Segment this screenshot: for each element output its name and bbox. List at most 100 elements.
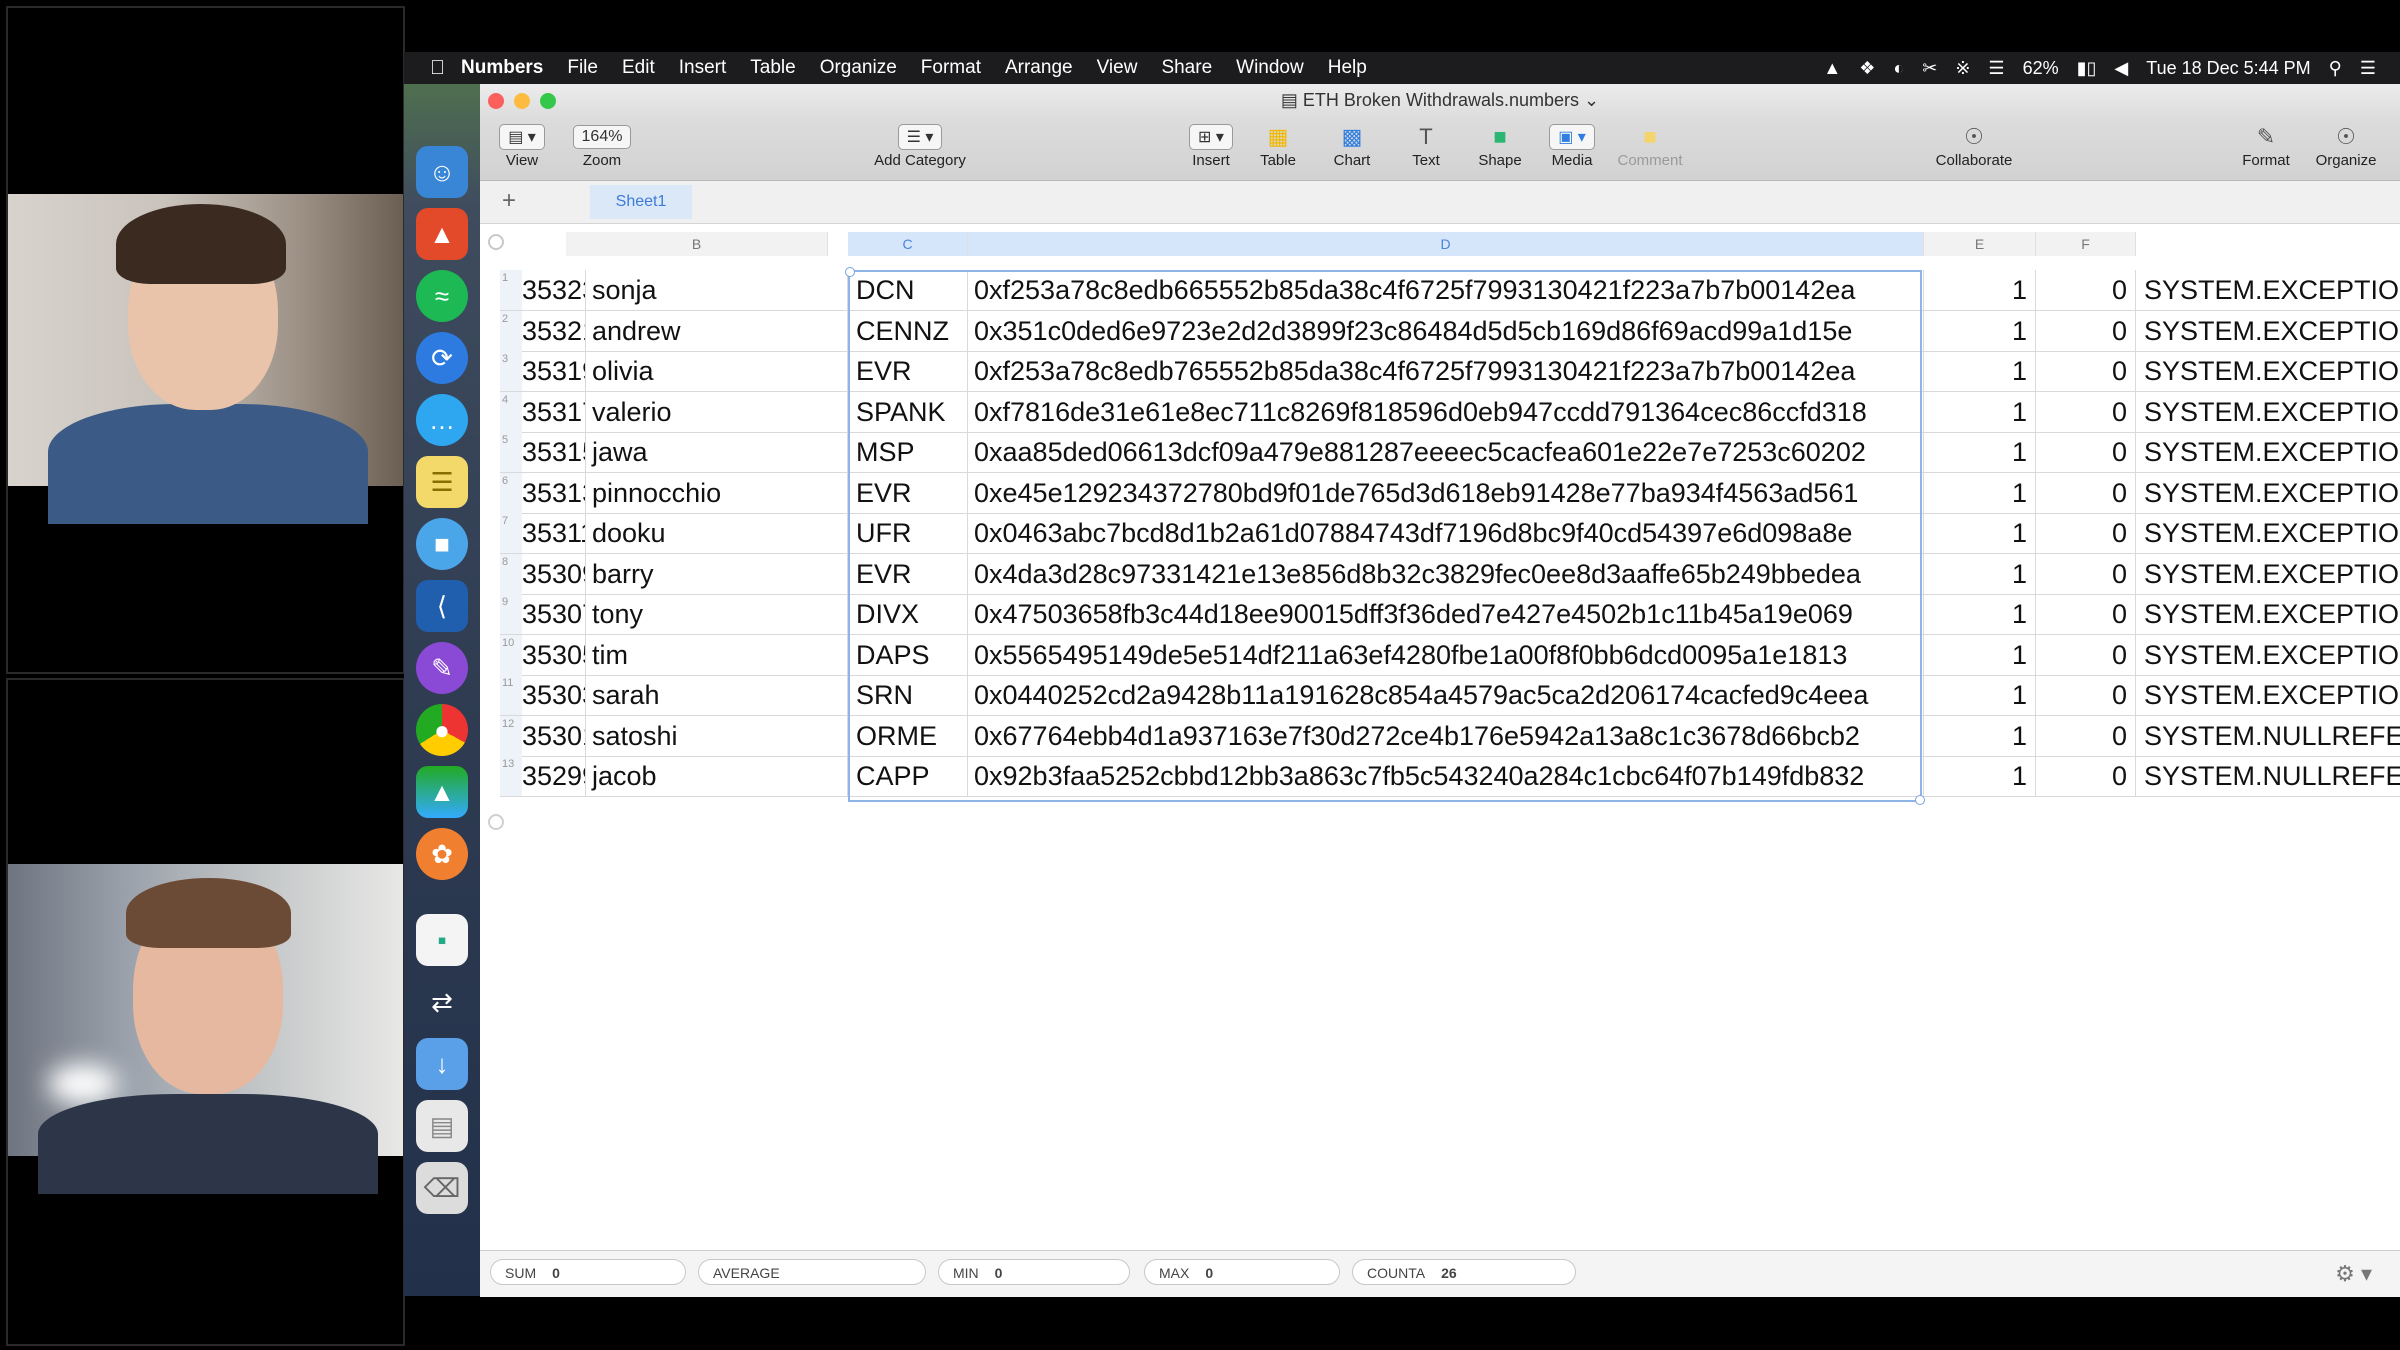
cell-error[interactable]: SYSTEM.NULLREFER xyxy=(2136,756,2400,796)
row-number[interactable]: 11 xyxy=(500,675,522,715)
cell-token[interactable]: ORME xyxy=(848,715,968,756)
row-number[interactable]: 10 xyxy=(500,634,522,675)
numbers-app-icon[interactable]: ▲ xyxy=(416,766,468,818)
cell-token[interactable]: EVR xyxy=(848,553,968,594)
cell-id[interactable]: 35313 xyxy=(522,472,586,513)
cell-flag[interactable]: 0 xyxy=(2036,634,2136,675)
row-number[interactable]: 6 xyxy=(500,472,522,513)
cell-id[interactable]: 35301 xyxy=(522,715,586,756)
comment-button[interactable]: ■ Comment xyxy=(1612,122,1688,169)
cell-tx-hash[interactable]: 0x5565495149de5e514df211a63ef4280fbe1a00… xyxy=(968,634,1924,675)
cell-count[interactable]: 1 xyxy=(1924,553,2036,594)
cell-count[interactable]: 1 xyxy=(1924,675,2036,715)
trash-icon[interactable]: ⌫ xyxy=(416,1162,468,1214)
cell-tx-hash[interactable]: 0xe45e129234372780bd9f01de765d3d618eb914… xyxy=(968,472,1924,513)
insert-button[interactable]: ⊞ ▾ Insert xyxy=(1180,122,1242,169)
table-button[interactable]: ▦ Table xyxy=(1250,122,1306,169)
cell-token[interactable]: CAPP xyxy=(848,756,968,796)
table-select-handle[interactable] xyxy=(488,234,504,250)
cell-error[interactable]: SYSTEM.EXCEPTION xyxy=(2136,351,2400,391)
battery-percent[interactable]: 62% xyxy=(2023,58,2059,79)
cell-flag[interactable]: 0 xyxy=(2036,715,2136,756)
zoom-value[interactable]: 164% xyxy=(572,125,632,149)
cell-error[interactable]: SYSTEM.NULLREFER xyxy=(2136,716,2400,756)
row-number[interactable]: 13 xyxy=(500,756,522,796)
menu-extra-icon[interactable]: ▲ xyxy=(1823,58,1841,79)
cell-token[interactable]: CENNZ xyxy=(848,310,968,351)
cell-name[interactable]: jacob xyxy=(586,756,848,796)
row-number[interactable]: 8 xyxy=(500,553,522,594)
cell-tx-hash[interactable]: 0x4da3d28c97331421e13e856d8b32c3829fec0e… xyxy=(968,553,1924,594)
menu-organize[interactable]: Organize xyxy=(820,57,897,79)
row-number[interactable]: 3 xyxy=(500,351,522,391)
menu-format[interactable]: Format xyxy=(921,57,981,79)
collaborate-button[interactable]: ☉ Collaborate xyxy=(1926,122,2022,169)
vscode-icon[interactable]: ⟨ xyxy=(416,580,468,632)
text-button[interactable]: T Text xyxy=(1398,122,1454,169)
menu-app-name[interactable]: Numbers xyxy=(461,57,543,79)
cell-count[interactable]: 1 xyxy=(1924,270,2036,310)
documents-stack-icon[interactable]: ▤ xyxy=(416,1100,468,1152)
cell-flag[interactable]: 0 xyxy=(2036,432,2136,472)
cell-token[interactable]: DIVX xyxy=(848,594,968,634)
cell-error[interactable]: SYSTEM.EXCEPTION xyxy=(2136,554,2400,594)
chevron-down-icon[interactable]: ⌄ xyxy=(1584,90,1599,110)
menu-edit[interactable]: Edit xyxy=(622,57,655,79)
cell-id[interactable]: 35311 xyxy=(522,513,586,553)
bluetooth-icon[interactable]: ※ xyxy=(1955,58,1970,79)
cell-token[interactable]: EVR xyxy=(848,351,968,391)
cell-error[interactable]: SYSTEM.EXCEPTION xyxy=(2136,594,2400,634)
cell-id[interactable]: 35303 xyxy=(522,675,586,715)
organize-button[interactable]: ☉ Organize xyxy=(2310,122,2382,169)
menu-table[interactable]: Table xyxy=(750,57,795,79)
cell-count[interactable]: 1 xyxy=(1924,310,2036,351)
cell-id[interactable]: 35307 xyxy=(522,594,586,634)
cell-flag[interactable]: 0 xyxy=(2036,310,2136,351)
row-number[interactable]: 2 xyxy=(500,310,522,351)
transfer-app-icon[interactable]: ⇄ xyxy=(416,976,468,1028)
cell-count[interactable]: 1 xyxy=(1924,432,2036,472)
volume-icon[interactable]: ◀ xyxy=(2114,58,2128,79)
cell-name[interactable]: valerio xyxy=(586,391,848,432)
sum-summary[interactable]: SUM 0 xyxy=(490,1259,686,1285)
cell-count[interactable]: 1 xyxy=(1924,351,2036,391)
cell-tx-hash[interactable]: 0x47503658fb3c44d18ee90015dff3f36ded7e42… xyxy=(968,594,1924,634)
cell-name[interactable]: satoshi xyxy=(586,715,848,756)
battery-icon[interactable]: ▮▯ xyxy=(2077,58,2097,79)
cell-token[interactable]: MSP xyxy=(848,432,968,472)
cell-error[interactable]: SYSTEM.EXCEPTION xyxy=(2136,635,2400,675)
cell-token[interactable]: SRN xyxy=(848,675,968,715)
row-number[interactable]: 5 xyxy=(500,432,522,472)
cell-tx-hash[interactable]: 0x92b3faa5252cbbd12bb3a863c7fb5c543240a2… xyxy=(968,756,1924,796)
scissors-icon[interactable]: ✂ xyxy=(1922,58,1937,79)
add-sheet-icon[interactable]: + xyxy=(502,187,516,215)
cell-count[interactable]: 1 xyxy=(1924,634,2036,675)
pen-app-icon[interactable]: ✎ xyxy=(416,642,468,694)
sync-app-icon[interactable]: ⟳ xyxy=(416,332,468,384)
cell-tx-hash[interactable]: 0x351c0ded6e9723e2d2d3899f23c86484d5d5cb… xyxy=(968,310,1924,351)
cell-name[interactable]: dooku xyxy=(586,513,848,553)
cell-count[interactable]: 1 xyxy=(1924,715,2036,756)
column-header-e[interactable]: E xyxy=(1924,232,2036,256)
format-button[interactable]: ✎ Format xyxy=(2236,122,2296,169)
wifi-icon[interactable]: ☰ xyxy=(1988,58,2004,79)
row-number[interactable]: 1 xyxy=(500,270,522,310)
vpn-lock-icon[interactable]: ■ xyxy=(416,518,468,570)
cell-flag[interactable]: 0 xyxy=(2036,472,2136,513)
cell-flag[interactable]: 0 xyxy=(2036,675,2136,715)
gear-icon[interactable]: ⚙ ▾ xyxy=(2335,1261,2372,1287)
cell-name[interactable]: sonja xyxy=(586,270,848,310)
zoom-button[interactable]: 164% Zoom xyxy=(562,122,642,169)
cell-count[interactable]: 1 xyxy=(1924,472,2036,513)
menu-clock[interactable]: Tue 18 Dec 5:44 PM xyxy=(2146,58,2310,79)
cell-id[interactable]: 35305 xyxy=(522,634,586,675)
column-header-c[interactable]: C xyxy=(848,232,968,256)
column-header-b[interactable]: B xyxy=(566,232,828,256)
cell-id[interactable]: 35317 xyxy=(522,391,586,432)
notes-icon[interactable]: ☰ xyxy=(416,456,468,508)
menu-arrange[interactable]: Arrange xyxy=(1005,57,1073,79)
cell-token[interactable]: SPANK xyxy=(848,391,968,432)
chrome-icon[interactable]: ● xyxy=(416,704,468,756)
menu-insert[interactable]: Insert xyxy=(679,57,727,79)
cell-name[interactable]: barry xyxy=(586,553,848,594)
